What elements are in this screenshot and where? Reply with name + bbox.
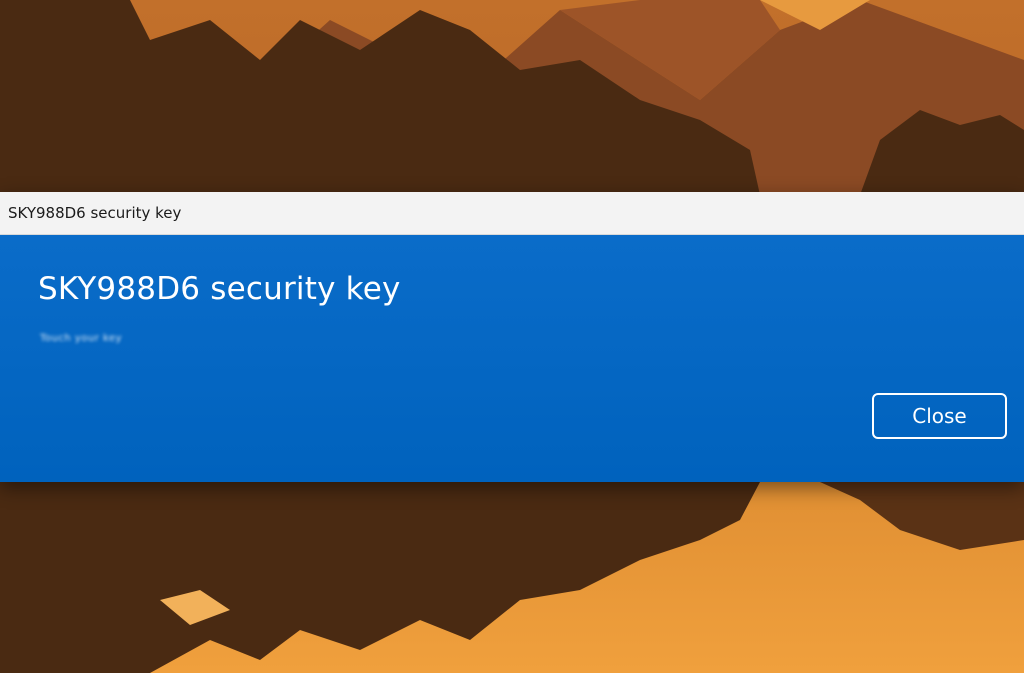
title-bar: SKY988D6 security key bbox=[0, 192, 1024, 235]
desktop: SKY988D6 security key SKY988D6 security … bbox=[0, 0, 1024, 673]
window-title: SKY988D6 security key bbox=[8, 204, 182, 222]
dialog-heading: SKY988D6 security key bbox=[38, 271, 401, 307]
security-key-dialog: SKY988D6 security key SKY988D6 security … bbox=[0, 192, 1024, 482]
dialog-body: SKY988D6 security key Touch your key Clo… bbox=[0, 235, 1024, 482]
close-button[interactable]: Close bbox=[872, 393, 1007, 439]
dialog-subtext: Touch your key bbox=[40, 333, 123, 344]
